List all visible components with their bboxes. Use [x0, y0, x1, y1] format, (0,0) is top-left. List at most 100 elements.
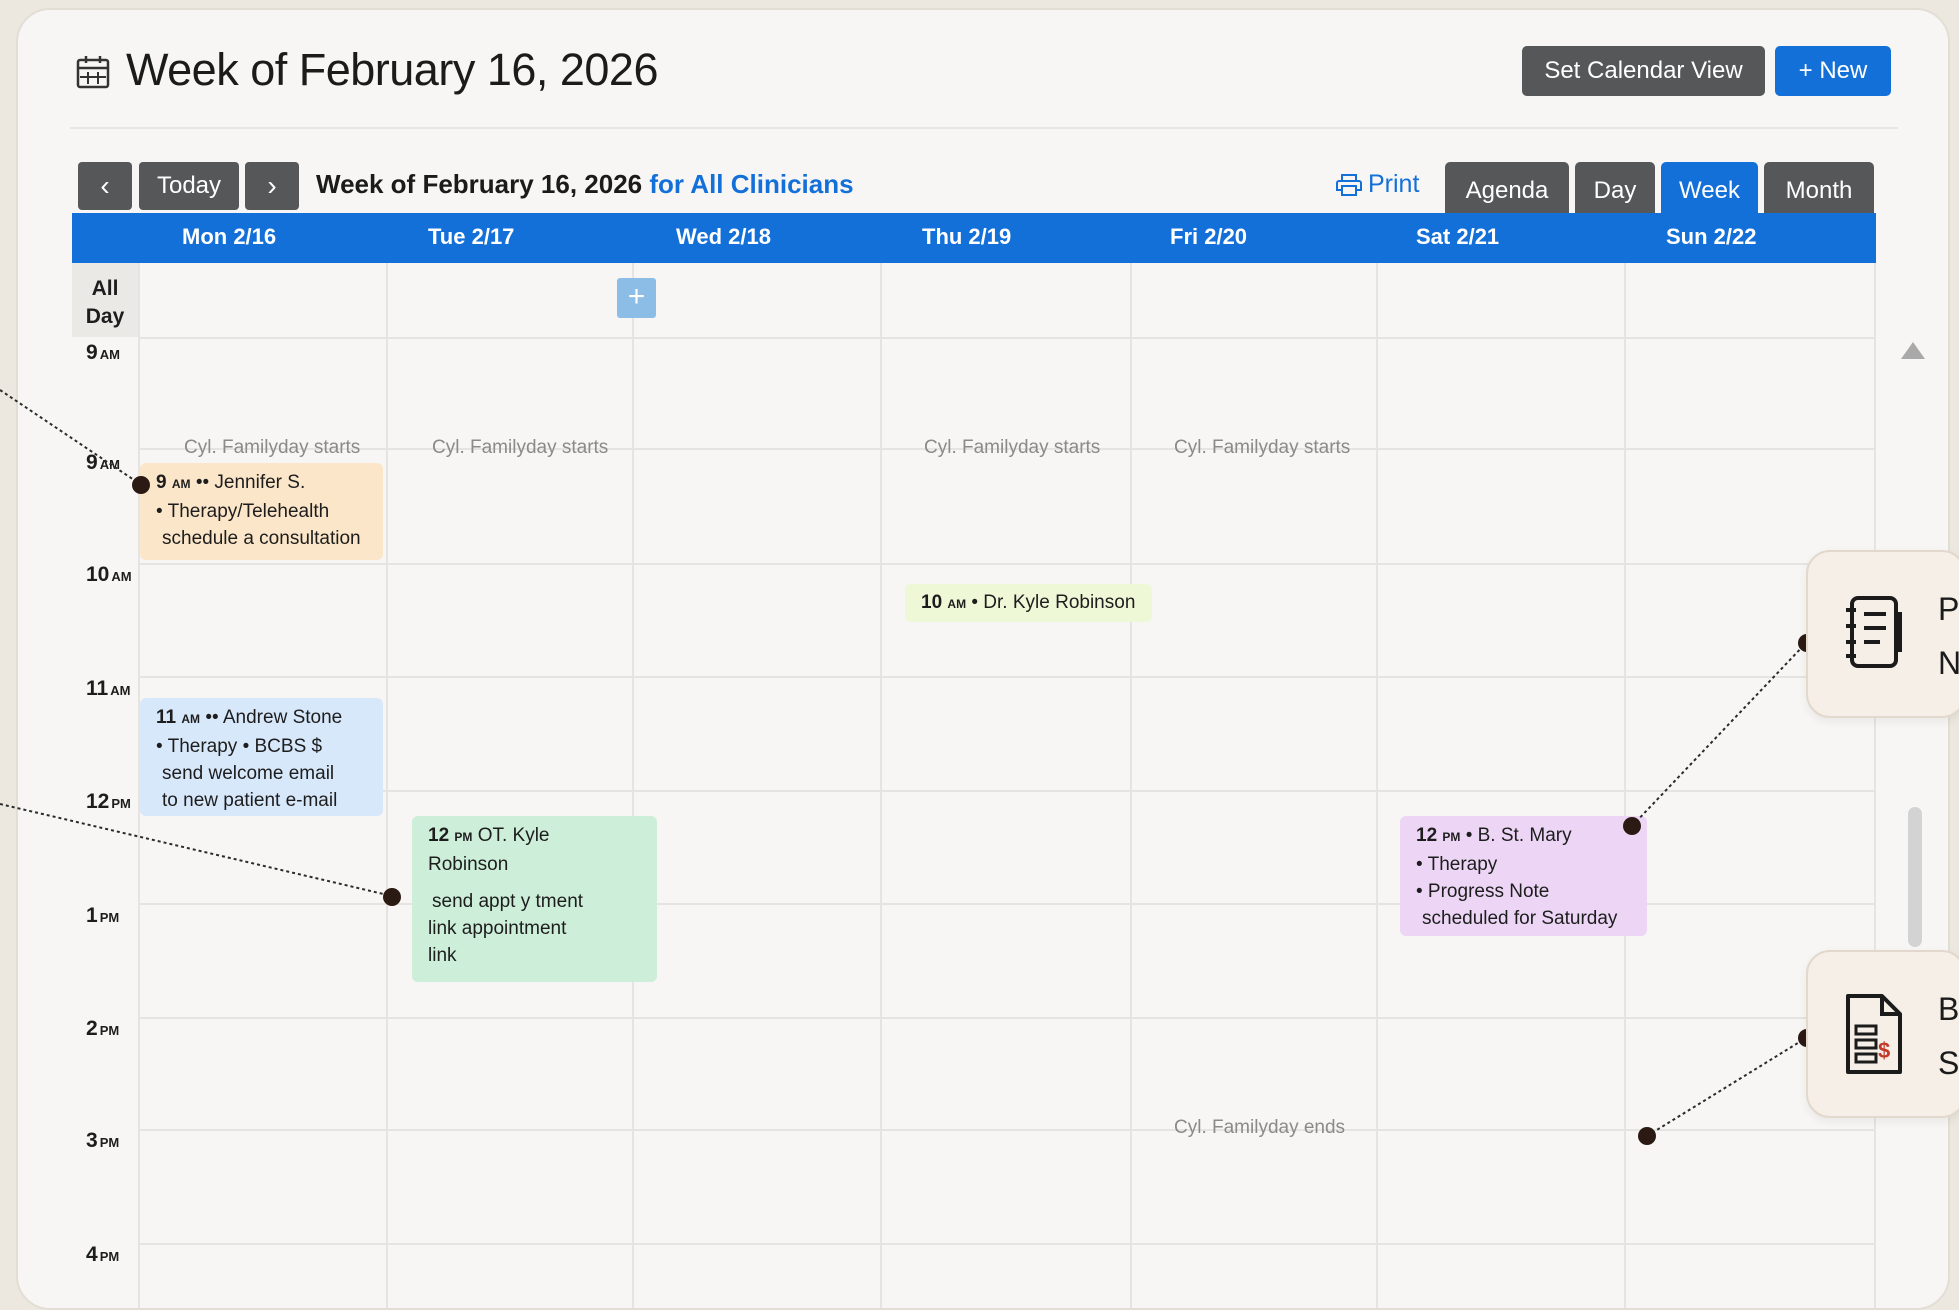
familyday-starts-note-thu: Cyl. Familyday starts	[924, 437, 1101, 458]
tab-month[interactable]: Month	[1764, 162, 1874, 220]
event-title: OT. Kyle	[477, 825, 550, 846]
event-time: 12	[1416, 825, 1438, 846]
event-detail: link	[428, 945, 457, 966]
billing-callout-card[interactable]: $ B S	[1806, 950, 1959, 1118]
scroll-up-arrow[interactable]	[1901, 342, 1925, 359]
grid-column-divider	[386, 263, 388, 1308]
day-header-thu[interactable]: Thu 2/19	[922, 224, 1011, 250]
grid-column-divider	[880, 263, 882, 1308]
event-detail: send welcome email	[162, 763, 335, 784]
event-title: • Dr. Kyle Robinson	[971, 592, 1136, 613]
time-label-1pm: 1 PM	[86, 904, 119, 928]
time-label-9am-second: 9 AM	[86, 451, 120, 475]
grid-column-divider	[1624, 263, 1626, 1308]
time-ampm: AM	[99, 347, 120, 362]
side-card-label-1: P	[1938, 591, 1959, 627]
event-detail: • Therapy	[1416, 854, 1498, 875]
event-title: •• Jennifer S.	[195, 472, 306, 493]
previous-week-button[interactable]: ‹	[78, 162, 132, 210]
today-button[interactable]: Today	[139, 162, 239, 210]
time-label-3pm: 3 PM	[86, 1129, 119, 1153]
day-header-bar: Mon 2/16 Tue 2/17 Wed 2/18 Thu 2/19 Fri …	[72, 213, 1876, 263]
event-title-line: 12 PM OT. Kyle	[428, 822, 641, 851]
clinicians-filter-link[interactable]: for All Clinicians	[649, 169, 853, 199]
event-detail: send appt y tment	[432, 891, 584, 912]
event-title-line: 10 AM • Dr. Kyle Robinson	[921, 589, 1136, 618]
time-ampm: PM	[99, 910, 120, 925]
next-week-button[interactable]: ›	[245, 162, 299, 210]
familyday-starts-note-tue: Cyl. Familyday starts	[432, 437, 609, 458]
time-label-9am: 9 AM	[86, 341, 120, 365]
calendar-toolbar: ‹ Today › Week of February 16, 2026 for …	[18, 152, 1948, 220]
event-andrew-stone[interactable]: 11 AM •• Andrew Stone • Therapy • BCBS $…	[140, 698, 383, 816]
time-label-12pm: 12 PM	[86, 790, 131, 814]
set-calendar-view-button[interactable]: Set Calendar View	[1522, 46, 1765, 96]
chevron-right-icon: ›	[267, 170, 277, 201]
grid-row-divider	[138, 1017, 1876, 1019]
day-header-fri[interactable]: Fri 2/20	[1170, 224, 1247, 250]
tab-agenda[interactable]: Agenda	[1445, 162, 1569, 220]
time-label-4pm: 4 PM	[86, 1243, 119, 1267]
event-detail: to new patient e-mail	[162, 790, 338, 811]
event-time: 12	[428, 825, 450, 846]
time-hour: 4	[86, 1243, 98, 1266]
time-hour: 12	[86, 790, 110, 813]
event-ampm: AM	[171, 477, 191, 491]
event-jennifer[interactable]: 9 AM •• Jennifer S. • Therapy/Telehealth…	[140, 463, 383, 560]
invoice-document-icon: $	[1846, 994, 1902, 1074]
event-title: •• Andrew Stone	[205, 707, 343, 728]
time-ampm: PM	[99, 1023, 120, 1038]
day-header-wed[interactable]: Wed 2/18	[676, 224, 771, 250]
time-hour: 9	[86, 451, 98, 474]
day-header-sat[interactable]: Sat 2/21	[1416, 224, 1499, 250]
week-title: Week of February 16, 2026	[316, 169, 643, 199]
event-kyle-robinson[interactable]: 10 AM • Dr. Kyle Robinson	[905, 584, 1152, 622]
notebook-icon	[1846, 596, 1902, 668]
tab-week[interactable]: Week	[1661, 162, 1758, 220]
scrollbar-thumb[interactable]	[1908, 807, 1922, 947]
grid-row-divider	[138, 1243, 1876, 1245]
grid-row-divider	[138, 790, 1876, 792]
familyday-ends-note-fri: Cyl. Familyday ends	[1174, 1117, 1346, 1138]
side-card-label-2: S	[1938, 1045, 1959, 1081]
progress-notes-callout-card[interactable]: P N	[1806, 550, 1959, 718]
event-ot-kyle-robinson[interactable]: 12 PM OT. Kyle Robinson send appt y tmen…	[412, 816, 657, 982]
all-day-label-line1: All	[91, 277, 119, 300]
grid-column-divider	[1130, 263, 1132, 1308]
event-ampm: AM	[181, 712, 201, 726]
grid-row-divider	[138, 1129, 1876, 1131]
event-detail: • Progress Note	[1416, 881, 1550, 902]
grid-row-divider	[138, 676, 1876, 678]
event-st-mary[interactable]: 12 PM • B. St. Mary • Therapy • Progress…	[1400, 816, 1647, 936]
tab-day[interactable]: Day	[1575, 162, 1655, 220]
time-label-2pm: 2 PM	[86, 1017, 119, 1041]
add-all-day-event-button[interactable]: +	[617, 278, 656, 318]
time-ampm: AM	[110, 683, 131, 698]
toolbar-title: Week of February 16, 2026 for All Clinic…	[316, 169, 854, 200]
day-header-sun[interactable]: Sun 2/22	[1666, 224, 1756, 250]
time-hour: 2	[86, 1017, 98, 1040]
event-title-line: 9 AM •• Jennifer S.	[156, 469, 367, 498]
all-day-label: All Day	[72, 263, 138, 337]
event-detail: link appointment	[428, 918, 567, 939]
week-grid[interactable]: All Day 9 AM 9 AM 10 AM 11 AM 12 PM 1 PM 2 PM 3…	[72, 263, 1876, 1308]
print-link[interactable]: Print	[1336, 170, 1419, 199]
grid-row-divider	[138, 337, 1876, 339]
event-time: 9	[156, 472, 167, 493]
time-ampm: PM	[99, 1135, 120, 1150]
time-hour: 1	[86, 904, 98, 927]
day-header-mon[interactable]: Mon 2/16	[182, 224, 276, 250]
time-hour: 10	[86, 563, 110, 586]
new-button[interactable]: + New	[1775, 46, 1891, 96]
event-time: 11	[156, 707, 177, 728]
event-ampm: AM	[947, 597, 967, 611]
grid-column-divider	[1874, 263, 1876, 1308]
svg-text:$: $	[1878, 1038, 1890, 1063]
time-ampm: AM	[99, 457, 120, 472]
header-divider	[70, 127, 1898, 129]
day-header-tue[interactable]: Tue 2/17	[428, 224, 514, 250]
time-hour: 9	[86, 341, 98, 364]
familyday-starts-note-mon: Cyl. Familyday starts	[184, 437, 361, 458]
time-ampm: AM	[111, 569, 132, 584]
time-label-11am: 11 AM	[86, 677, 130, 701]
